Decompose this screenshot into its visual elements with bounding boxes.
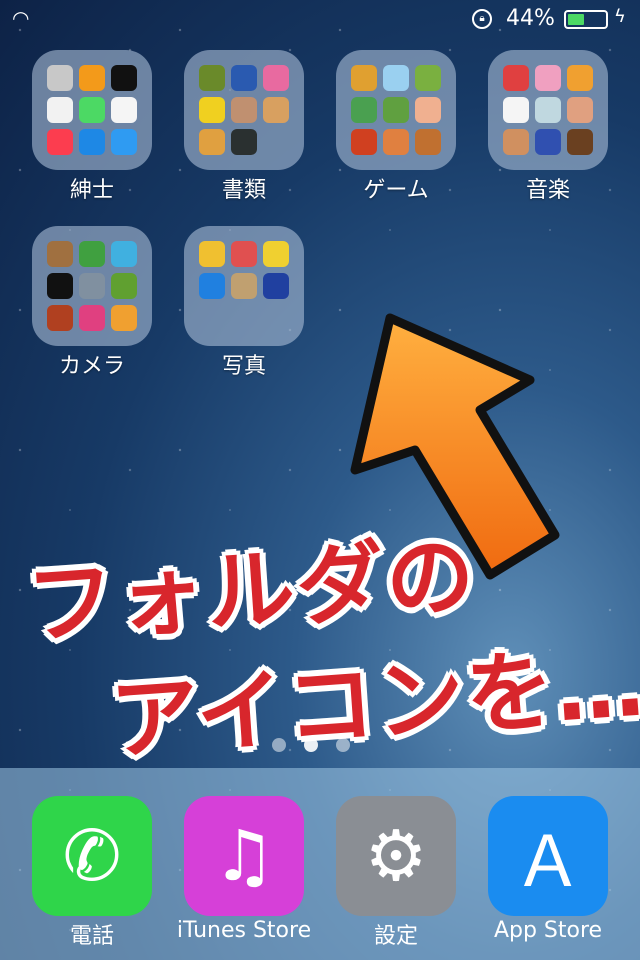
folder-app-icon [383,129,409,155]
folder-app-icon [503,65,529,91]
folder-app-icon [351,97,377,123]
folder-1[interactable] [184,50,304,170]
dock-app-label: 設定 [373,924,418,949]
folder-app-icon [79,65,105,91]
dock-app-2[interactable]: ⚙ [336,796,456,916]
gear-icon: ⚙ [364,815,428,897]
folder-app-icon [47,305,73,331]
battery-percentage: 44% [506,6,555,31]
folder-app-icon [79,273,105,299]
folder-app-icon [263,65,289,91]
folder-app-icon [415,129,441,155]
folder-app-icon [47,241,73,267]
folder-app-icon [47,65,73,91]
folder-app-icon [47,129,73,155]
folder-label: 紳士 [69,178,114,203]
folder-0[interactable] [32,50,152,170]
rotation-lock-icon: 🔒︎ [472,9,492,29]
folder-app-icon [351,65,377,91]
folder-app-icon [383,97,409,123]
folder-app-icon [263,97,289,123]
folder-app-icon [199,65,225,91]
folder-label: 写真 [221,354,266,379]
folder-app-icon [231,273,257,299]
folder-app-icon [231,65,257,91]
folder-app-icon [79,129,105,155]
dock-app-label: iTunes Store [176,918,312,943]
folder-app-icon [535,65,561,91]
battery-icon [564,10,608,29]
app-store-icon: Ａ [513,820,583,903]
status-bar: ◠ 🔒︎ 44% ϟ [0,0,640,40]
folder-label: カメラ [58,354,125,379]
folder-5[interactable] [184,226,304,346]
folder-app-icon [199,273,225,299]
dock-app-label: App Store [493,918,603,943]
folder-app-icon [199,241,225,267]
dock-app-0[interactable]: ✆ [32,796,152,916]
dock-app-1[interactable]: ♫ [184,796,304,916]
folder-3[interactable] [488,50,608,170]
folder-app-icon [567,65,593,91]
folder-app-icon [503,97,529,123]
page-indicator[interactable] [272,738,350,752]
folder-app-icon [503,129,529,155]
folder-app-icon [415,97,441,123]
folder-app-icon [415,65,441,91]
folder-app-icon [231,241,257,267]
dock-app-3[interactable]: Ａ [488,796,608,916]
folder-app-icon [79,305,105,331]
folder-app-icon [79,97,105,123]
folder-app-icon [567,97,593,123]
folder-app-icon [47,273,73,299]
folder-app-icon [111,129,137,155]
folder-app-icon [263,273,289,299]
folder-app-icon [383,65,409,91]
folder-app-icon [567,129,593,155]
dock: ✆ 電話 ♫ iTunes Store ⚙ 設定 Ａ App Store [0,768,640,960]
dock-app-label: 電話 [69,924,114,949]
folder-app-icon [111,273,137,299]
folder-app-icon [111,65,137,91]
folder-2[interactable] [336,50,456,170]
folder-app-icon [111,305,137,331]
folder-4[interactable] [32,226,152,346]
folder-app-icon [111,97,137,123]
folder-app-icon [199,129,225,155]
folder-app-icon [263,241,289,267]
folder-label: 音楽 [525,178,570,203]
folder-app-icon [231,129,257,155]
folder-label: ゲーム [363,178,429,203]
folder-label: 書類 [221,178,266,203]
folder-app-icon [231,97,257,123]
wifi-icon: ◠ [12,6,30,30]
folder-app-icon [535,97,561,123]
folder-app-icon [351,129,377,155]
phone-icon: ✆ [62,815,122,897]
folder-app-icon [47,97,73,123]
charging-icon: ϟ [614,6,626,27]
folder-app-icon [199,97,225,123]
folder-app-icon [111,241,137,267]
folder-app-icon [79,241,105,267]
folder-app-icon [535,129,561,155]
music-note-icon: ♫ [212,815,276,897]
